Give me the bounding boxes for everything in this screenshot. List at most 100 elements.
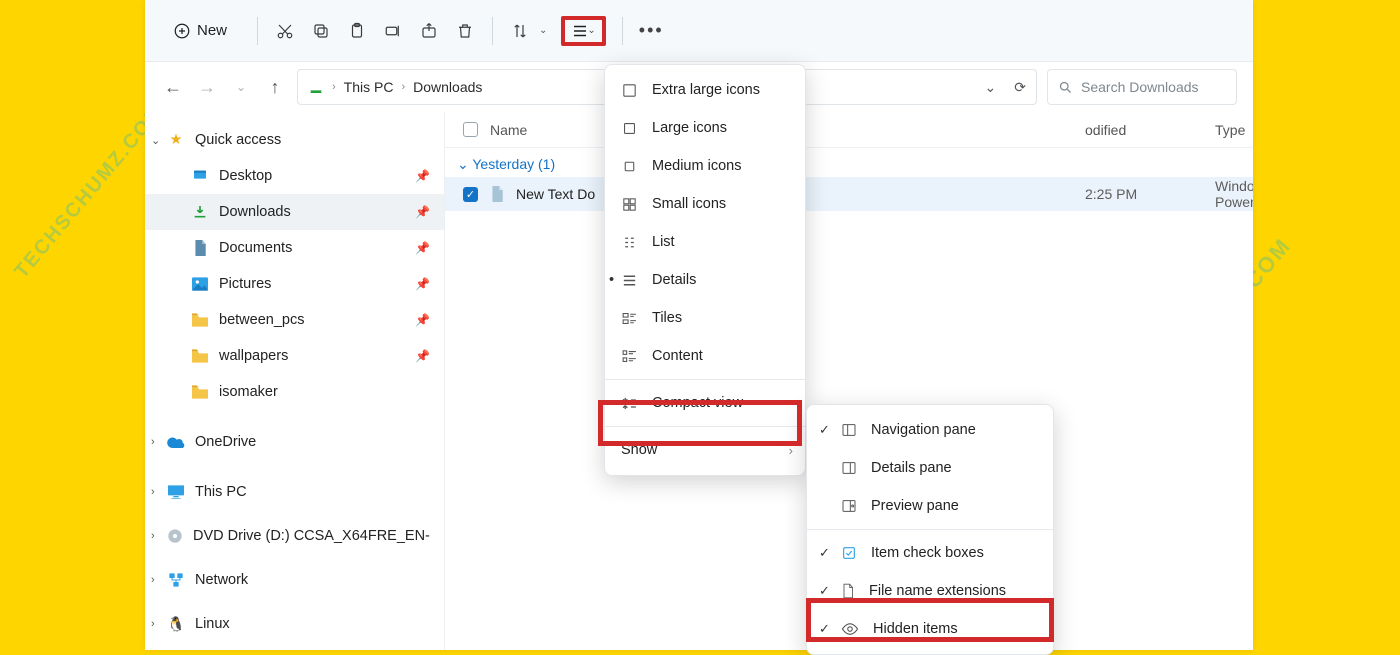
chevron-down-icon[interactable]: ⌄ [985,79,997,96]
search-box[interactable]: Search Downloads [1047,69,1237,105]
menu-label: Compact view [652,395,743,411]
rename-icon[interactable] [382,20,404,42]
select-all-checkbox[interactable] [463,122,478,137]
forward-button[interactable]: → [195,77,219,98]
new-button[interactable]: New [159,16,241,46]
copy-icon[interactable] [310,20,332,42]
downloads-icon [308,79,324,95]
group-label: Yesterday (1) [472,156,555,172]
check-icon: ✓ [819,545,830,561]
tiles-icon [621,310,638,327]
column-header-row: Name odified Type Size [445,112,1253,148]
file-row[interactable]: ✓ New Text Do 2:25 PM Windows PowerS... … [445,177,1253,211]
menu-large-icons[interactable]: Large icons [605,109,805,147]
view-menu: Extra large icons Large icons Medium ico… [604,64,806,476]
file-name: New Text Do [516,186,595,202]
plus-circle-icon [173,22,191,40]
breadcrumb-separator: › [401,81,405,93]
separator [622,17,623,45]
submenu-item-check-boxes[interactable]: ✓ Item check boxes [807,534,1053,572]
menu-compact-view[interactable]: Compact view [605,384,805,422]
panel-icon [841,498,857,514]
sidebar-item-documents[interactable]: Documents 📌 [145,230,444,266]
submenu-hidden-items[interactable]: ✓ Hidden items [807,610,1053,648]
check-icon: ✓ [819,621,830,637]
history-dropdown[interactable]: ⌄ [229,80,253,94]
sidebar-label: DVD Drive (D:) CCSA_X64FRE_EN-US_D [193,528,430,544]
more-button[interactable]: ••• [639,20,664,41]
view-button[interactable]: ⌄ [561,16,605,46]
cloud-icon [167,433,185,451]
sidebar-label: isomaker [219,384,278,400]
command-bar: New ⌄ ⌄ ••• [145,0,1253,62]
sidebar-item-isomaker[interactable]: isomaker [145,374,444,410]
desktop-icon [191,167,209,185]
submenu-label: Hidden items [873,621,958,637]
submenu-label: File name extensions [869,583,1006,599]
menu-details[interactable]: Details [605,261,805,299]
menu-label: Large icons [652,120,727,136]
up-button[interactable]: ↑ [263,77,287,98]
pictures-icon [191,275,209,293]
sidebar-item-between[interactable]: between_pcs 📌 [145,302,444,338]
disc-icon [167,527,183,545]
pin-icon: 📌 [415,169,430,183]
row-checkbox[interactable]: ✓ [463,187,478,202]
sidebar-item-downloads[interactable]: Downloads 📌 [145,194,444,230]
menu-label: Tiles [652,310,682,326]
pin-icon: 📌 [415,241,430,255]
menu-content[interactable]: Content [605,337,805,375]
sidebar-quick-access[interactable]: ⌄ ★ Quick access [145,122,444,158]
sort-icon[interactable] [509,20,531,42]
pin-icon: 📌 [415,349,430,363]
panel-icon [841,422,857,438]
search-icon [1058,80,1073,95]
group-header[interactable]: ⌄ Yesterday (1) [445,148,1253,177]
sidebar-item-onedrive[interactable]: › OneDrive [145,424,444,460]
network-icon [167,571,185,589]
submenu-details-pane[interactable]: Details pane [807,449,1053,487]
sidebar-label: between_pcs [219,312,304,328]
sidebar-item-wallpapers[interactable]: wallpapers 📌 [145,338,444,374]
share-icon[interactable] [418,20,440,42]
sidebar-item-pictures[interactable]: Pictures 📌 [145,266,444,302]
separator [605,426,805,427]
compact-icon [621,395,638,412]
submenu-file-name-extensions[interactable]: ✓ File name extensions [807,572,1053,610]
menu-tiles[interactable]: Tiles [605,299,805,337]
cut-icon[interactable] [274,20,296,42]
search-placeholder: Search Downloads [1081,79,1199,95]
sidebar-item-desktop[interactable]: Desktop 📌 [145,158,444,194]
menu-list[interactable]: List [605,223,805,261]
paste-icon[interactable] [346,20,368,42]
grid-icon [621,196,638,213]
list-icon [621,272,638,289]
sidebar-item-linux[interactable]: › 🐧 Linux [145,606,444,642]
breadcrumb-root[interactable]: This PC [344,79,394,95]
navigation-pane: ⌄ ★ Quick access Desktop 📌 Downloads 📌 D… [145,112,445,650]
menu-small-icons[interactable]: Small icons [605,185,805,223]
chevron-right-icon: › [151,436,155,448]
refresh-icon[interactable]: ⟳ [1014,79,1026,96]
menu-medium-icons[interactable]: Medium icons [605,147,805,185]
delete-icon[interactable] [454,20,476,42]
column-modified[interactable]: odified [1085,122,1126,138]
submenu-navigation-pane[interactable]: ✓ Navigation pane [807,411,1053,449]
column-type[interactable]: Type [1215,122,1245,138]
file-icon [488,185,506,203]
grid-icon [621,82,638,99]
sidebar-item-network[interactable]: › Network [145,562,444,598]
breadcrumb-folder[interactable]: Downloads [413,79,482,95]
chevron-down-icon[interactable]: ⌄ [539,25,547,36]
submenu-label: Item check boxes [871,545,984,561]
submenu-preview-pane[interactable]: Preview pane [807,487,1053,525]
sidebar-label: This PC [195,484,247,500]
sidebar-item-dvd[interactable]: › DVD Drive (D:) CCSA_X64FRE_EN-US_D [145,518,444,554]
file-icon [841,583,855,599]
back-button[interactable]: ← [161,77,185,98]
sidebar-item-this-pc[interactable]: › This PC [145,474,444,510]
submenu-label: Details pane [871,460,952,476]
sidebar-label: Linux [195,616,230,632]
menu-show[interactable]: Show › [605,431,805,469]
menu-extra-large-icons[interactable]: Extra large icons [605,71,805,109]
